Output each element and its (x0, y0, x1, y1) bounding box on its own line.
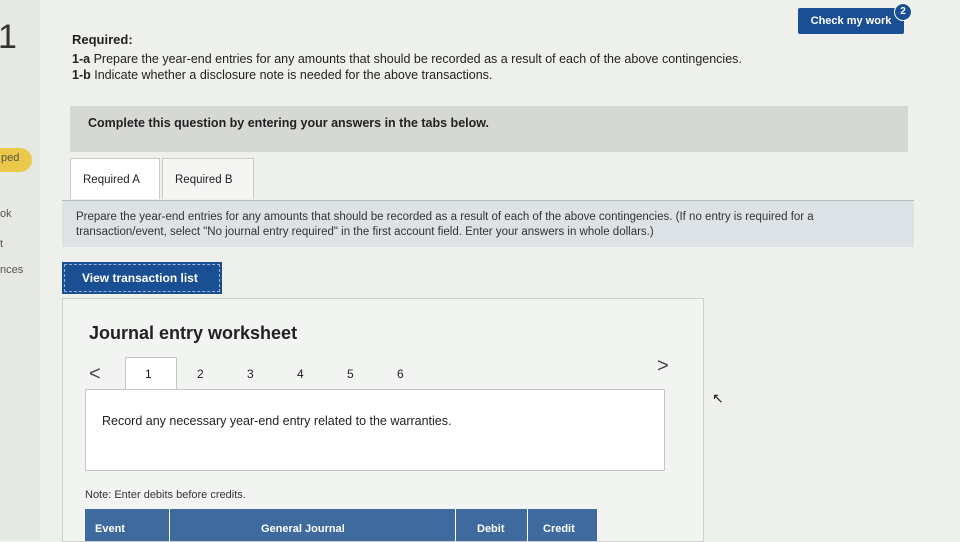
requirement-id: 1-b (72, 68, 91, 82)
column-divider (169, 509, 170, 541)
required-heading: Required: (72, 32, 133, 47)
tab-label: Required B (175, 174, 233, 186)
column-event: Event (95, 523, 125, 535)
sidebar-item-active[interactable]: ped (0, 148, 32, 172)
column-general-journal: General Journal (261, 523, 345, 535)
worksheet-title: Journal entry worksheet (89, 323, 298, 343)
journal-entry-worksheet: Journal entry worksheet < 1 2 3 4 5 6 > … (62, 298, 704, 542)
requirement-1a: 1-a Prepare the year-end entries for any… (72, 52, 742, 66)
entry-prompt-box: Record any necessary year-end entry rela… (85, 389, 665, 471)
question-number: 1 (0, 18, 17, 56)
requirement-text: Prepare the year-end entries for any amo… (93, 52, 742, 66)
column-divider (455, 509, 456, 541)
page-tab-5[interactable]: 5 (347, 367, 354, 381)
tab-label: Required A (83, 174, 140, 186)
tab-panel-instructions: Prepare the year-end entries for any amo… (62, 200, 914, 247)
instructions-text: Complete this question by entering your … (88, 116, 489, 130)
sidebar-item-label: ped (1, 152, 20, 164)
page-tab-2[interactable]: 2 (197, 367, 204, 381)
sidebar-item[interactable]: nces (0, 264, 23, 276)
entry-prompt-text: Record any necessary year-end entry rela… (102, 414, 452, 428)
column-divider (527, 509, 528, 541)
tab-required-b[interactable]: Required B (162, 158, 254, 199)
next-arrow-icon[interactable]: > (657, 355, 669, 378)
prev-arrow-icon[interactable]: < (89, 363, 101, 386)
tab-panel-text: Prepare the year-end entries for any amo… (76, 211, 814, 238)
requirement-1b: 1-b Indicate whether a disclosure note i… (72, 68, 492, 82)
sidebar-item[interactable]: ok (0, 208, 12, 220)
mouse-cursor-icon: ↖ (712, 390, 724, 406)
sidebar-item[interactable]: t (0, 238, 3, 250)
column-debit: Debit (477, 523, 505, 535)
column-credit: Credit (543, 523, 575, 535)
view-transaction-list-button[interactable]: View transaction list (62, 262, 222, 294)
tab-required-a[interactable]: Required A (70, 158, 160, 199)
page-tab-1[interactable]: 1 (145, 367, 152, 381)
check-count-badge: 2 (894, 3, 912, 21)
instructions-bar: Complete this question by entering your … (70, 106, 908, 152)
page-tab-6[interactable]: 6 (397, 367, 404, 381)
page-tab-3[interactable]: 3 (247, 367, 254, 381)
requirement-text: Indicate whether a disclosure note is ne… (94, 68, 493, 82)
check-my-work-button[interactable]: Check my work (798, 8, 904, 34)
worksheet-note: Note: Enter debits before credits. (85, 489, 246, 501)
requirement-id: 1-a (72, 52, 91, 66)
journal-table-header: Event General Journal Debit Credit (85, 509, 597, 541)
page-tab-4[interactable]: 4 (297, 367, 304, 381)
